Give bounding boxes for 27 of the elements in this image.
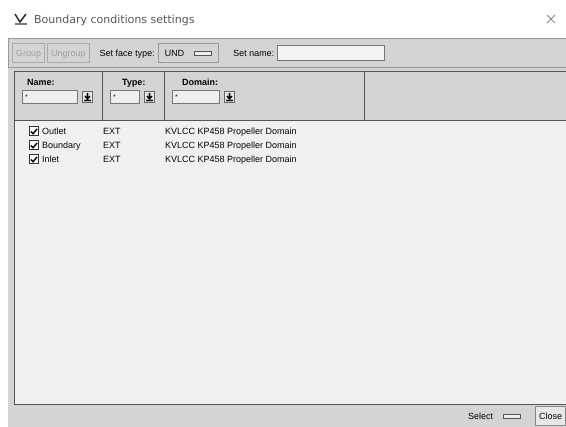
face-type-label: Set face type: bbox=[100, 48, 155, 58]
download-arrow-icon[interactable] bbox=[224, 91, 235, 103]
app-logo-icon bbox=[14, 13, 28, 25]
download-arrow-icon[interactable] bbox=[144, 91, 155, 103]
row-domain: KVLCC KP458 Propeller Domain bbox=[165, 126, 297, 136]
column-header: Name: bbox=[26, 77, 56, 87]
face-type-dropdown[interactable]: UND bbox=[158, 43, 220, 63]
select-dropdown[interactable]: Select bbox=[462, 407, 527, 425]
row-type: EXT bbox=[103, 140, 122, 150]
row-domain: KVLCC KP458 Propeller Domain bbox=[165, 140, 297, 150]
row-name: Boundary bbox=[42, 140, 81, 150]
window-title: Boundary conditions settings bbox=[34, 12, 194, 26]
set-name-label: Set name: bbox=[233, 48, 274, 58]
close-button[interactable]: Close bbox=[534, 406, 566, 426]
row-type: EXT bbox=[103, 126, 122, 136]
close-icon[interactable] bbox=[546, 14, 556, 24]
set-name-field[interactable] bbox=[277, 45, 386, 61]
column-header: Type: bbox=[121, 77, 146, 87]
row-domain: KVLCC KP458 Propeller Domain bbox=[165, 154, 297, 164]
row-type: EXT bbox=[103, 154, 122, 164]
checkbox[interactable] bbox=[29, 154, 39, 164]
row-name: Outlet bbox=[42, 126, 66, 136]
column-header: Domain: bbox=[181, 77, 219, 87]
row-name: Inlet bbox=[42, 154, 60, 164]
checkbox[interactable] bbox=[29, 126, 39, 136]
checkbox[interactable] bbox=[29, 140, 39, 150]
download-arrow-icon[interactable] bbox=[82, 91, 93, 103]
